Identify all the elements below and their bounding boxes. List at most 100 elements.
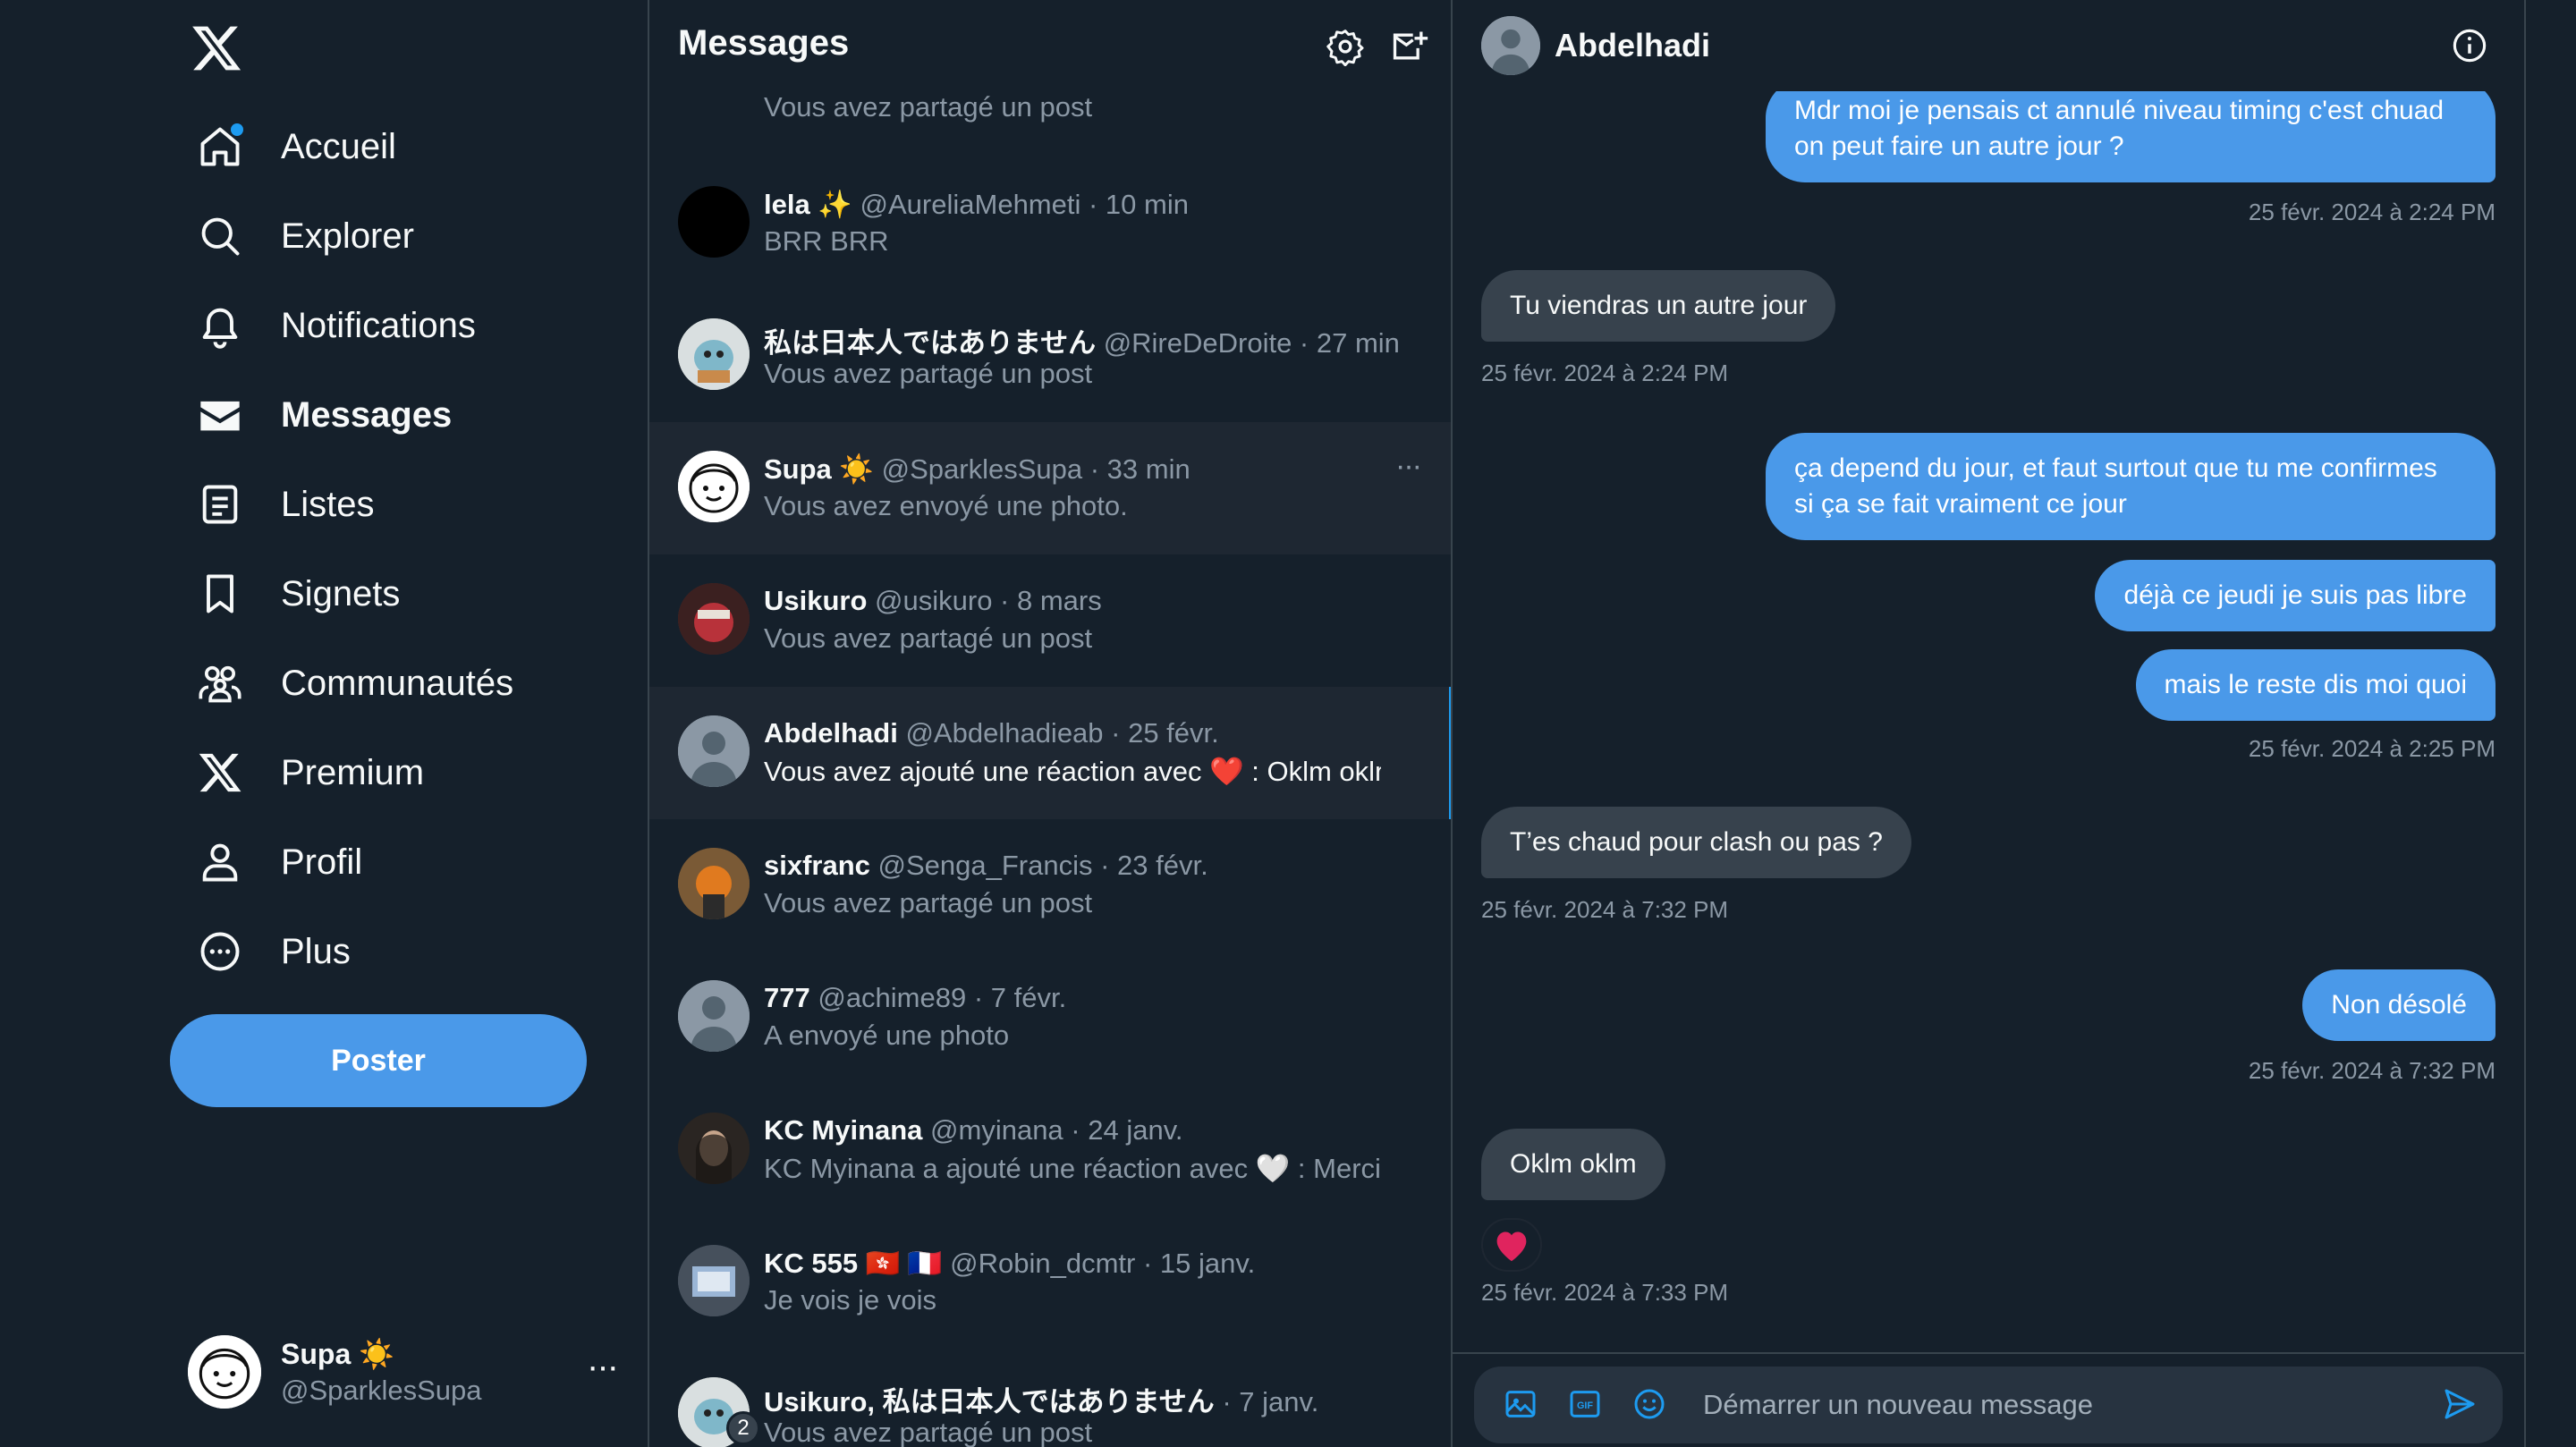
message-bubble-received[interactable]: Oklm oklm	[1481, 1129, 1665, 1200]
nav-home[interactable]: Accueil	[170, 106, 421, 188]
message-text: Mdr moi je pensais ct annulé niveau timi…	[1794, 96, 2445, 125]
nav-label-home: Accueil	[281, 126, 396, 166]
unread-dot	[231, 123, 243, 136]
conversation-preview: A envoyé une photo	[764, 1020, 1010, 1051]
x-logo-icon	[195, 748, 245, 798]
avatar	[678, 715, 750, 787]
message-timestamp: 25 févr. 2024 à 7:32 PM	[1481, 896, 1729, 923]
emoji-icon[interactable]	[1631, 1386, 1667, 1422]
message-bubble-received[interactable]: T’es chaud pour clash ou pas ?	[1481, 807, 1911, 878]
avatar	[188, 1335, 261, 1409]
conversation-name: Usikuro	[764, 585, 868, 616]
avatar	[678, 980, 750, 1052]
nav-communities[interactable]: Communautés	[170, 642, 538, 724]
message-input[interactable]	[1701, 1383, 2399, 1427]
message-timestamp: 25 févr. 2024 à 7:32 PM	[2248, 1057, 2496, 1084]
avatar	[678, 451, 750, 522]
nav-bookmarks[interactable]: Signets	[170, 553, 425, 635]
conversation-preview: KC Myinana a ajouté une réaction avec 🤍 …	[764, 1153, 1381, 1184]
message-text: on peut faire un autre jour ?	[1794, 131, 2124, 161]
nav-label-profile: Profil	[281, 842, 363, 882]
nav-label-more: Plus	[281, 931, 351, 971]
conversation-item-selected[interactable]: Abdelhadi @Abdelhadieab · 25 févr. Vous …	[649, 687, 1451, 819]
x-logo-icon[interactable]	[190, 21, 243, 75]
message-timestamp: 25 févr. 2024 à 7:33 PM	[1481, 1279, 1729, 1306]
list-icon	[195, 479, 245, 529]
conversation-meta: @RireDeDroite · 27 min	[1096, 327, 1400, 359]
conversation-item[interactable]: sixfranc @Senga_Francis · 23 févr. Vous …	[649, 819, 1451, 952]
nav-lists[interactable]: Listes	[170, 463, 400, 546]
conversation-item[interactable]: KC Myinana @myinana · 24 janv. KC Myinan…	[649, 1084, 1451, 1216]
nav-messages[interactable]: Messages	[170, 374, 477, 456]
avatar	[678, 848, 750, 919]
conversation-item[interactable]: KC 555 🇭🇰 🇫🇷 @Robin_dcmtr · 15 janv. Je …	[649, 1216, 1451, 1349]
message-text: ça depend du jour, et faut surtout que t…	[1794, 453, 2437, 483]
search-icon	[195, 211, 245, 261]
nav-notifications[interactable]: Notifications	[170, 284, 501, 367]
avatar[interactable]	[1481, 16, 1540, 75]
message-text: si ça se fait vraiment ce jour	[1794, 489, 2127, 519]
conversation-item[interactable]: 2 Usikuro, 私は日本人ではありません · 7 janv. Vous a…	[649, 1349, 1451, 1447]
conversation-name: Usikuro, 私は日本人ではありません	[764, 1386, 1215, 1417]
conversation-title[interactable]: Abdelhadi	[1555, 27, 1710, 64]
avatar	[678, 1245, 750, 1316]
more-icon[interactable]: ···	[1395, 449, 1422, 484]
conversation-item[interactable]: Usikuro @usikuro · 8 mars Vous avez part…	[649, 554, 1451, 687]
conversation-preview: Vous avez partagé un post	[764, 358, 1093, 389]
avatar	[678, 318, 750, 390]
person-icon	[195, 837, 245, 887]
message-composer: GIF	[1474, 1367, 2503, 1443]
unread-badge: 2	[726, 1411, 760, 1445]
info-icon[interactable]	[2451, 27, 2488, 64]
conversation-item[interactable]: Supa ☀️ @SparklesSupa · 33 min Vous avez…	[649, 422, 1451, 554]
new-message-icon[interactable]	[1390, 27, 1429, 66]
conversation-preview: Vous avez partagé un post	[764, 91, 1093, 123]
conversation-meta: @Robin_dcmtr · 15 janv.	[942, 1248, 1256, 1279]
send-icon[interactable]	[2442, 1386, 2478, 1422]
conversation-name: KC 555 🇭🇰 🇫🇷	[764, 1248, 943, 1279]
conversation-preview: Vous avez envoyé une photo.	[764, 490, 1128, 521]
conversation-item[interactable]: 777 @achime89 · 7 févr. A envoyé une pho…	[649, 952, 1451, 1084]
conversation-meta: @achime89 · 7 févr.	[809, 982, 1067, 1013]
nav-label-messages: Messages	[281, 394, 453, 435]
home-icon	[195, 122, 245, 172]
nav-label-premium: Premium	[281, 752, 425, 792]
conversation-item[interactable]: lela ✨ @AureliaMehmeti · 10 min BRR BRR	[649, 157, 1451, 290]
primary-sidebar: Accueil Explorer Notifications Messages …	[0, 0, 649, 1447]
post-button[interactable]: Poster	[170, 1014, 587, 1107]
message-bubble-sent[interactable]: déjà ce jeudi je suis pas libre	[2095, 560, 2496, 631]
heart-icon	[1496, 1231, 1527, 1262]
conversation-preview: Vous avez partagé un post	[764, 1417, 1093, 1447]
messages-list-panel: 4 Vous avez partagé un post Messages lel…	[649, 0, 1453, 1447]
divider	[1453, 1352, 2524, 1354]
message-bubble-sent[interactable]: Non désolé	[2302, 969, 2496, 1041]
message-bubble-sent[interactable]: mais le reste dis moi quoi	[2135, 649, 2496, 721]
message-bubble-received[interactable]: Tu viendras un autre jour	[1481, 270, 1836, 342]
svg-text:GIF: GIF	[1577, 1400, 1593, 1411]
more-icon[interactable]: ···	[587, 1347, 619, 1387]
account-switcher[interactable]: Supa ☀️ @SparklesSupa ···	[188, 1331, 619, 1413]
nav-explore[interactable]: Explorer	[170, 195, 439, 277]
message-timestamp: 25 févr. 2024 à 2:25 PM	[2248, 735, 2496, 762]
gif-icon[interactable]: GIF	[1567, 1386, 1603, 1422]
nav-premium[interactable]: Premium	[170, 732, 449, 814]
conversation-meta: · 7 janv.	[1214, 1386, 1319, 1417]
messages-header: Messages	[649, 0, 1451, 91]
nav-profile[interactable]: Profil	[170, 821, 387, 903]
conversation-name: KC Myinana	[764, 1114, 923, 1146]
nav-more[interactable]: Plus	[170, 910, 376, 993]
bookmark-icon	[195, 569, 245, 619]
envelope-icon	[195, 390, 245, 440]
avatar	[678, 1113, 750, 1184]
image-icon[interactable]	[1503, 1386, 1538, 1422]
message-bubble-sent[interactable]: ça depend du jour, et faut surtout que t…	[1766, 433, 2496, 540]
conversation-meta: @SparklesSupa · 33 min	[874, 453, 1191, 485]
conversation-item[interactable]: 私は日本人ではありません @RireDeDroite · 27 min Vous…	[649, 290, 1451, 422]
conversation-header: Abdelhadi	[1453, 0, 2524, 91]
reaction-heart[interactable]	[1481, 1218, 1542, 1272]
page-title: Messages	[678, 23, 850, 63]
conversation-name: 私は日本人ではありません	[764, 327, 1097, 359]
gear-icon[interactable]	[1326, 27, 1365, 66]
avatar	[678, 583, 750, 655]
message-bubble-sent[interactable]: Mdr moi je pensais ct annulé niveau timi…	[1766, 79, 2496, 182]
